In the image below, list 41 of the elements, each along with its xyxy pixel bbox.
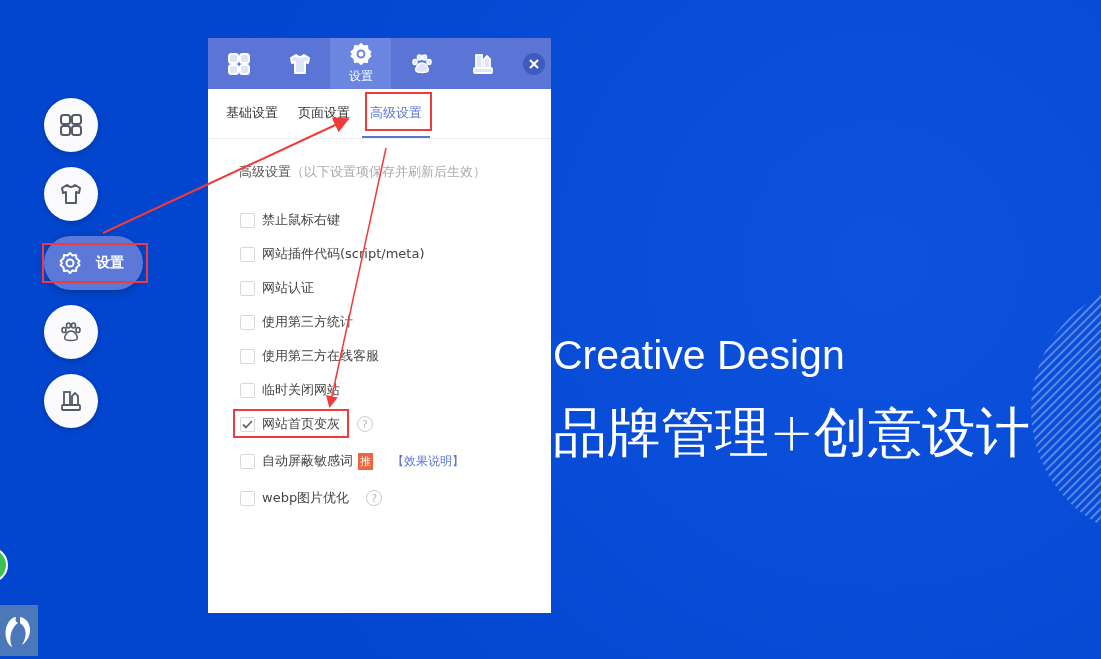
paw-icon xyxy=(410,52,433,75)
checkbox[interactable] xyxy=(240,348,255,364)
hero-title: Creative Design xyxy=(553,331,846,380)
option-label: 禁止鼠标右键 xyxy=(262,211,340,229)
annotation-box xyxy=(365,92,432,131)
pencil-holder-icon xyxy=(471,52,494,75)
effect-link[interactable]: 【效果说明】 xyxy=(392,452,464,470)
checkbox[interactable] xyxy=(240,382,255,398)
nav-button[interactable] xyxy=(44,305,98,359)
option-label: 自动屏蔽敏感词 xyxy=(262,452,353,470)
checkbox[interactable] xyxy=(240,453,255,469)
pencil-holder-icon xyxy=(60,390,82,412)
checkbox[interactable] xyxy=(240,416,255,432)
option-label: 网站首页变灰 xyxy=(262,415,340,433)
checkbox[interactable] xyxy=(240,246,255,262)
settings-icon xyxy=(58,251,82,275)
sub-tab[interactable]: 基础设置 xyxy=(218,89,286,138)
grid-icon xyxy=(60,114,82,136)
option-label: webp图片优化 xyxy=(262,489,350,507)
sub-tab[interactable]: 高级设置 xyxy=(362,89,430,138)
option-label: 网站认证 xyxy=(262,279,314,297)
checkbox[interactable] xyxy=(240,490,255,506)
panel-tab[interactable]: 设置 xyxy=(330,38,391,89)
nav-button[interactable] xyxy=(44,98,98,152)
close-button[interactable] xyxy=(523,52,545,75)
sub-tab[interactable]: 页面设置 xyxy=(290,89,358,138)
paw-icon xyxy=(60,321,82,343)
nav-button[interactable] xyxy=(44,167,98,221)
checkbox[interactable] xyxy=(240,314,255,330)
settings-icon xyxy=(348,42,373,66)
checkbox[interactable] xyxy=(240,212,255,228)
nav-button[interactable] xyxy=(44,374,98,428)
checkbox[interactable] xyxy=(240,280,255,296)
recommend-badge: 推 xyxy=(358,452,373,470)
shirt-icon xyxy=(288,52,311,75)
logo-icon[interactable] xyxy=(0,605,38,656)
grid-icon xyxy=(227,52,250,75)
nav-button[interactable]: 设置 xyxy=(44,236,143,290)
close-icon xyxy=(529,58,539,69)
hero-subtitle: 品牌管理+创意设计 xyxy=(553,400,1031,466)
shirt-icon xyxy=(60,183,82,205)
